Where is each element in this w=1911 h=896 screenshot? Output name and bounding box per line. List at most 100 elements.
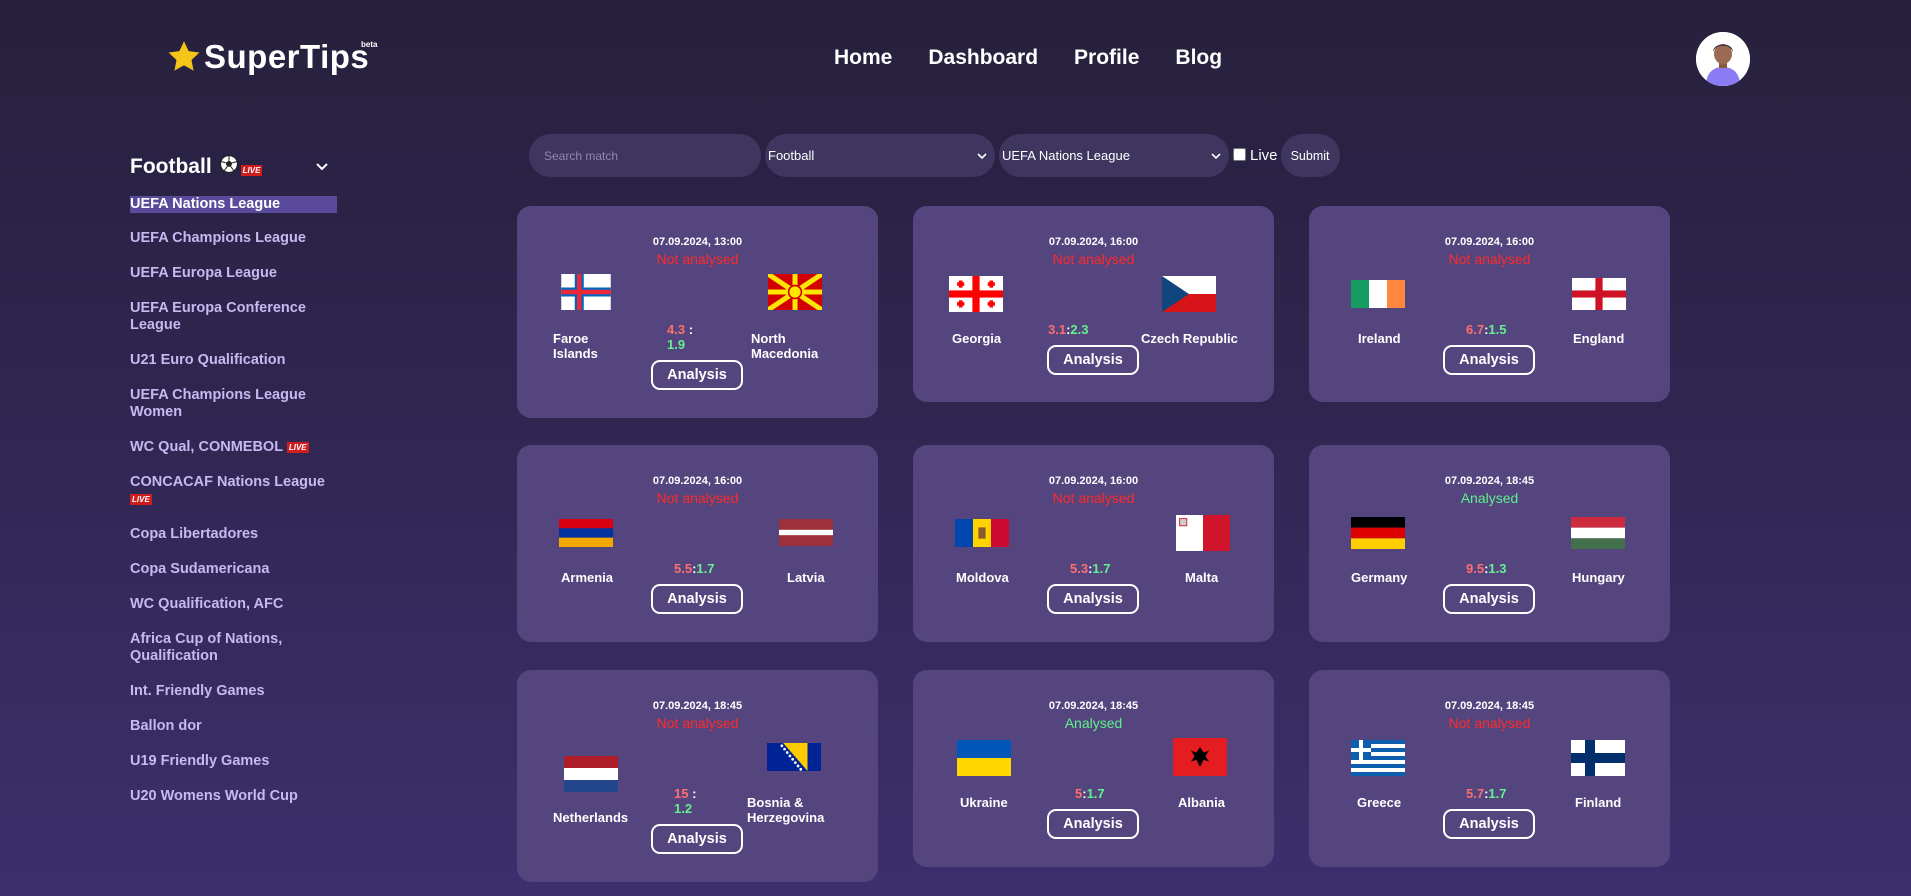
away-team: Malta bbox=[1185, 570, 1219, 585]
submit-button[interactable]: Submit bbox=[1280, 134, 1340, 177]
match-datetime: 07.09.2024, 16:00 bbox=[652, 475, 743, 487]
league-item-copa-libertadores[interactable]: Copa Libertadores bbox=[130, 526, 338, 543]
sport-select[interactable]: Football bbox=[765, 134, 995, 177]
odd-away: 2.3 bbox=[1070, 322, 1089, 337]
match-card: 07.09.2024, 13:00 Not analysed Faroe Isl… bbox=[517, 206, 878, 418]
home-team: Greece bbox=[1357, 795, 1402, 810]
soccer-ball-icon bbox=[219, 154, 238, 174]
league-label: Ballon dor bbox=[130, 718, 202, 734]
odd-home: 9.5 bbox=[1466, 561, 1485, 576]
analysis-button[interactable]: Analysis bbox=[1047, 584, 1139, 614]
league-item-africa-cup-qualification[interactable]: Africa Cup of Nations, Qualification bbox=[130, 631, 338, 665]
avatar-illustration bbox=[1696, 32, 1750, 86]
league-label: UEFA Nations League bbox=[130, 196, 281, 212]
analysis-button[interactable]: Analysis bbox=[1443, 809, 1535, 839]
main-nav: Home Dashboard Profile Blog bbox=[834, 46, 1222, 70]
league-label: Int. Friendly Games bbox=[130, 683, 265, 699]
user-avatar[interactable] bbox=[1696, 32, 1750, 86]
flag-ireland bbox=[1351, 280, 1405, 308]
match-datetime: 07.09.2024, 18:45 bbox=[652, 700, 743, 712]
league-item-concacaf-nations-league[interactable]: CONCACAF Nations League LIVE bbox=[130, 474, 338, 508]
flag-moldova bbox=[955, 519, 1009, 547]
analysis-status: Not analysed bbox=[1052, 251, 1135, 267]
home-team: Faroe Islands bbox=[553, 331, 598, 361]
analysis-button[interactable]: Analysis bbox=[1443, 345, 1535, 375]
league-item-uefa-europa-conference-league[interactable]: UEFA Europa Conference League bbox=[130, 300, 338, 334]
match-filters: Football UEFA Nations League Live Submit bbox=[529, 134, 1340, 177]
search-input[interactable] bbox=[529, 134, 761, 177]
home-team: Georgia bbox=[952, 331, 1002, 346]
live-badge: LIVE bbox=[240, 164, 263, 176]
analysis-button[interactable]: Analysis bbox=[651, 584, 743, 614]
odd-home: 4.3 bbox=[667, 322, 686, 337]
odd-home: 5.3 bbox=[1070, 561, 1089, 576]
league-label: U19 Friendly Games bbox=[130, 753, 270, 769]
league-item-uefa-europa-league[interactable]: UEFA Europa League bbox=[130, 265, 338, 282]
flag-bosnia-herzegovina bbox=[767, 743, 821, 771]
home-team: Netherlands bbox=[553, 810, 629, 825]
league-label: UEFA Champions League Women bbox=[130, 387, 306, 420]
flag-germany bbox=[1351, 517, 1405, 549]
odd-away: 1.2 bbox=[674, 801, 693, 816]
flag-malta bbox=[1176, 515, 1230, 551]
league-item-wc-qual-conmebol[interactable]: WC Qual, CONMEBOL LIVE bbox=[130, 439, 338, 456]
league-item-int-friendly-games[interactable]: Int. Friendly Games bbox=[130, 683, 338, 700]
league-item-u20-womens-world-cup[interactable]: U20 Womens World Cup bbox=[130, 788, 338, 805]
league-item-uefa-champions-league[interactable]: UEFA Champions League bbox=[130, 230, 338, 247]
analysis-button[interactable]: Analysis bbox=[1443, 584, 1535, 614]
flag-england bbox=[1572, 278, 1626, 310]
odd-home: 3.1 bbox=[1048, 322, 1067, 337]
odd-home: 5.7 bbox=[1466, 786, 1485, 801]
chevron-down-icon bbox=[977, 152, 987, 159]
odd-away: 1.3 bbox=[1488, 561, 1507, 576]
league-item-wc-qualification-afc[interactable]: WC Qualification, AFC bbox=[130, 596, 338, 613]
analysis-button[interactable]: Analysis bbox=[651, 360, 743, 390]
odd-away: 1.9 bbox=[667, 337, 686, 352]
live-toggle[interactable]: Live bbox=[1233, 147, 1278, 164]
away-team: Albania bbox=[1178, 795, 1225, 810]
live-checkbox[interactable] bbox=[1233, 147, 1246, 161]
flag-czech-republic bbox=[1162, 276, 1216, 312]
odd-home: 15 bbox=[674, 786, 689, 801]
flag-north-macedonia bbox=[768, 274, 822, 310]
match-odds: 4.3 : 1.9 bbox=[667, 322, 697, 352]
league-item-uefa-nations-league[interactable]: UEFA Nations League bbox=[130, 196, 337, 213]
league-item-u21-euro-qualification[interactable]: U21 Euro Qualification bbox=[130, 352, 338, 369]
league-item-u19-friendly-games[interactable]: U19 Friendly Games bbox=[130, 753, 338, 770]
away-team: England bbox=[1573, 331, 1625, 346]
away-team: Finland bbox=[1575, 795, 1622, 810]
nav-blog[interactable]: Blog bbox=[1175, 46, 1222, 70]
chevron-down-icon bbox=[1211, 152, 1221, 159]
logo[interactable]: SuperTips beta bbox=[166, 38, 377, 76]
league-select-value: UEFA Nations League bbox=[1002, 148, 1130, 163]
league-list: UEFA Nations League UEFA Champions Leagu… bbox=[130, 196, 345, 805]
sport-select-value: Football bbox=[768, 148, 815, 163]
analysis-status: Not analysed bbox=[656, 715, 739, 731]
analysis-status: Not analysed bbox=[656, 251, 739, 267]
league-label: WC Qual, CONMEBOL bbox=[130, 439, 283, 455]
analysis-button[interactable]: Analysis bbox=[1047, 345, 1139, 375]
nav-profile[interactable]: Profile bbox=[1074, 46, 1139, 70]
league-label: WC Qualification, AFC bbox=[130, 596, 284, 612]
match-card: 07.09.2024, 18:45 Analysed Ukraine 5:1.7… bbox=[913, 670, 1274, 867]
flag-netherlands bbox=[564, 756, 618, 792]
nav-home[interactable]: Home bbox=[834, 46, 892, 70]
league-label: CONCACAF Nations League bbox=[130, 474, 325, 490]
match-datetime: 07.09.2024, 13:00 bbox=[652, 236, 743, 248]
sport-header[interactable]: Football LIVE bbox=[130, 150, 345, 184]
analysis-button[interactable]: Analysis bbox=[651, 824, 743, 854]
analysis-button[interactable]: Analysis bbox=[1047, 809, 1139, 839]
chevron-down-icon[interactable] bbox=[315, 160, 329, 174]
nav-dashboard[interactable]: Dashboard bbox=[928, 46, 1038, 70]
odd-separator: : bbox=[692, 786, 697, 801]
home-team: Ukraine bbox=[960, 795, 1008, 810]
league-item-ballon-dor[interactable]: Ballon dor bbox=[130, 718, 338, 735]
league-label: UEFA Champions League bbox=[130, 230, 306, 246]
match-datetime: 07.09.2024, 16:00 bbox=[1048, 475, 1139, 487]
match-card: 07.09.2024, 16:00 Not analysed Georgia 3… bbox=[913, 206, 1274, 402]
league-item-uefa-champions-league-women[interactable]: UEFA Champions League Women bbox=[130, 387, 338, 421]
match-datetime: 07.09.2024, 16:00 bbox=[1048, 236, 1139, 248]
league-item-copa-sudamericana[interactable]: Copa Sudamericana bbox=[130, 561, 338, 578]
league-select[interactable]: UEFA Nations League bbox=[999, 134, 1229, 177]
match-odds: 3.1:2.3 bbox=[1048, 322, 1118, 337]
